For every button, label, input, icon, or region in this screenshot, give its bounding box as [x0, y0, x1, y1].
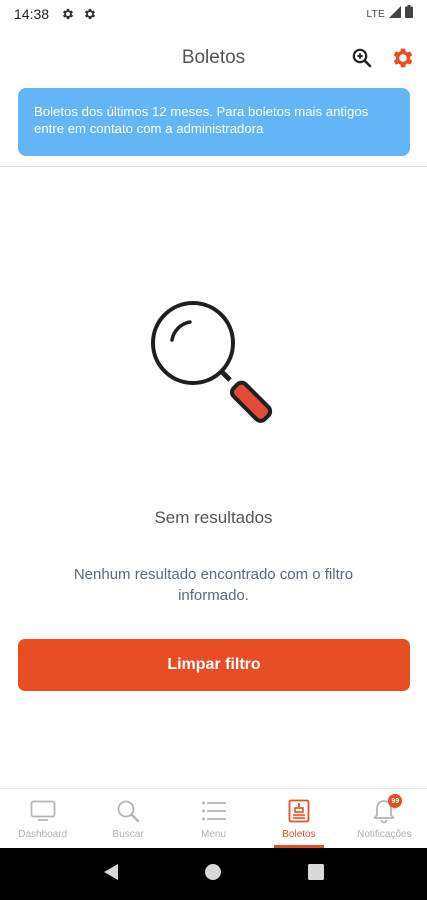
invoice-icon	[285, 797, 313, 825]
nav-item-boletos[interactable]: Boletos	[256, 789, 341, 848]
monitor-icon	[29, 797, 57, 825]
nav-label: Buscar	[112, 829, 144, 840]
nav-label: Menu	[201, 829, 227, 840]
clear-filter-button[interactable]: Limpar filtro	[18, 639, 410, 691]
gear-icon[interactable]	[389, 45, 415, 71]
back-icon[interactable]	[103, 863, 119, 886]
signal-icon	[389, 5, 401, 23]
nav-item-buscar[interactable]: Buscar	[85, 789, 170, 848]
app-header: Boletos	[0, 38, 427, 78]
nav-item-notificacoes[interactable]: 99 Notificações	[342, 789, 427, 848]
bell-icon: 99	[370, 794, 403, 825]
divider	[0, 166, 427, 167]
search-icon	[114, 797, 142, 825]
nav-item-dashboard[interactable]: Dashboard	[0, 789, 85, 848]
nav-label: Dashboard	[18, 829, 68, 840]
battery-icon	[405, 5, 413, 23]
notification-badge: 99	[388, 794, 403, 808]
page-title: Boletos	[181, 47, 246, 68]
settings-notification-icon	[61, 7, 75, 21]
menu-icon	[200, 797, 228, 825]
nav-item-menu[interactable]: Menu	[171, 789, 256, 848]
system-navigation-bar	[0, 848, 427, 900]
info-banner-text: Boletos dos últimos 12 meses. Para bolet…	[34, 104, 369, 136]
magnifier-illustration-icon	[150, 300, 280, 430]
nav-label: Boletos	[282, 829, 316, 840]
recents-icon[interactable]	[308, 863, 325, 885]
network-type: LTE	[366, 8, 385, 20]
status-bar: 14:38 LTE	[0, 0, 427, 28]
settings-notification-icon	[83, 7, 97, 21]
empty-state-description: Nenhum resultado encontrado com o filtro…	[73, 566, 354, 604]
status-indicators: LTE	[366, 5, 413, 23]
status-time: 14:38	[14, 6, 50, 22]
home-icon[interactable]	[204, 863, 222, 886]
empty-state-title: Sem resultados	[154, 508, 273, 527]
info-banner: Boletos dos últimos 12 meses. Para bolet…	[18, 88, 410, 156]
bottom-navigation: Dashboard Buscar Menu Boletos 99 Notific…	[0, 788, 427, 848]
nav-label: Notificações	[357, 829, 412, 840]
zoom-search-icon[interactable]	[350, 46, 374, 70]
